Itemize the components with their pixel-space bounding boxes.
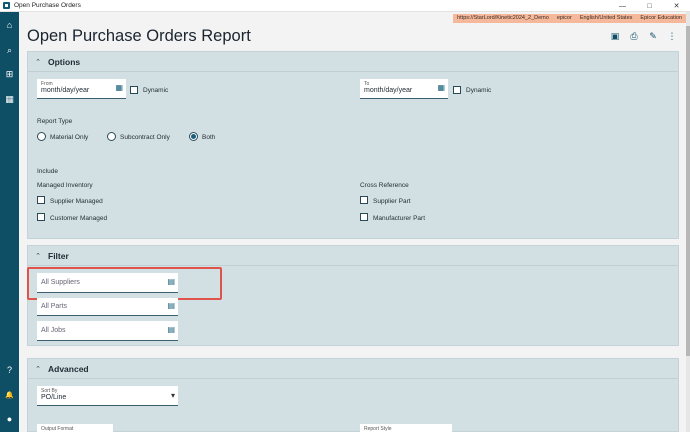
more-options-icon[interactable]: ⋮ (666, 30, 678, 42)
vertical-scrollbar[interactable] (686, 12, 690, 432)
report-style-field[interactable]: Report Style (360, 424, 452, 432)
user-profile-icon[interactable]: ● (0, 411, 19, 427)
chevron-up-icon[interactable]: ⌃ (28, 58, 48, 66)
to-dynamic-label: Dynamic (466, 87, 492, 94)
customer-managed-checkbox[interactable] (37, 213, 45, 221)
clear-icon[interactable]: ✎ (647, 30, 659, 42)
both-label: Both (202, 134, 216, 141)
window-controls: — □ ✕ (609, 0, 690, 12)
submit-report-icon[interactable]: ▣ (609, 30, 621, 42)
radio-both[interactable] (189, 132, 198, 141)
manufacturer-part-label: Manufacturer Part (373, 215, 426, 222)
sort-by-select[interactable]: Sort By PO/Line ▾ (37, 386, 178, 406)
all-parts-field[interactable]: All Parts ▤ (37, 298, 178, 316)
supplier-managed-label: Supplier Managed (50, 198, 103, 205)
nav-sidebar: ⌂ ⌕ ⊞ ▦ ? 🔔 ● (0, 12, 19, 432)
options-panel-header[interactable]: ⌃ Options (28, 52, 678, 72)
home-icon[interactable]: ⌂ (0, 17, 19, 33)
include-label: Include (37, 168, 58, 175)
report-style-label: Report Style (364, 426, 392, 432)
maximize-button[interactable]: □ (636, 0, 663, 12)
sort-by-value: PO/Line (41, 394, 67, 401)
supplier-part-label: Supplier Part (373, 198, 411, 205)
window-titlebar: Open Purchase Orders — □ ✕ (0, 0, 690, 12)
material-only-label: Material Only (50, 134, 89, 141)
supplier-managed-checkbox[interactable] (37, 196, 45, 204)
all-jobs-text: All Jobs (41, 327, 66, 334)
to-value: month/day/year (364, 87, 413, 94)
from-dynamic-label: Dynamic (143, 87, 169, 94)
notification-bell-icon[interactable]: 🔔 (0, 387, 19, 403)
radio-subcontract-only[interactable] (107, 132, 116, 141)
from-value: month/day/year (41, 87, 90, 94)
output-format-field[interactable]: Output Format (37, 424, 113, 432)
filter-panel-header[interactable]: ⌃ Filter (28, 246, 678, 266)
minimize-button[interactable]: — (609, 0, 636, 12)
env-company: Epicor Education (640, 15, 682, 21)
from-date-field[interactable]: From month/day/year ▦ (37, 79, 126, 99)
calendar-icon[interactable]: ▦ (115, 83, 123, 92)
to-date-field[interactable]: To month/day/year ▦ (360, 79, 448, 99)
report-type-label: Report Type (37, 118, 73, 125)
radio-material-only[interactable] (37, 132, 46, 141)
scrollbar-thumb[interactable] (686, 26, 690, 356)
from-dynamic-checkbox[interactable] (130, 86, 138, 94)
filter-title: Filter (48, 250, 69, 261)
subcontract-only-label: Subcontract Only (120, 134, 170, 141)
advanced-title: Advanced (48, 363, 89, 374)
lookup-icon[interactable]: ▤ (167, 325, 175, 334)
environment-bar: https://StarLord/Kinetic2024_2_Demo epic… (453, 14, 686, 23)
env-url: https://StarLord/Kinetic2024_2_Demo (457, 15, 549, 21)
print-icon[interactable]: ⎙ (628, 30, 640, 42)
all-parts-text: All Parts (41, 303, 68, 310)
search-icon[interactable]: ⌕ (0, 42, 19, 58)
apps-icon[interactable]: ⊞ (0, 66, 19, 82)
lookup-icon[interactable]: ▤ (167, 301, 175, 310)
annotation-highlight-box (27, 267, 222, 300)
page-title: Open Purchase Orders Report (27, 27, 251, 45)
supplier-part-checkbox[interactable] (360, 196, 368, 204)
page-toolbar: ▣ ⎙ ✎ ⋮ (609, 30, 678, 42)
managed-inventory-label: Managed Inventory (37, 182, 93, 189)
chevron-up-icon[interactable]: ⌃ (28, 252, 48, 260)
env-user: epicor (556, 15, 572, 21)
advanced-panel-header[interactable]: ⌃ Advanced (28, 359, 678, 379)
output-format-label: Output Format (41, 426, 74, 432)
all-jobs-field[interactable]: All Jobs ▤ (37, 321, 178, 341)
close-button[interactable]: ✕ (663, 0, 690, 12)
app-icon (3, 2, 10, 9)
env-language: English/United States (579, 15, 633, 21)
chevron-down-icon[interactable]: ▾ (171, 391, 175, 400)
manufacturer-part-checkbox[interactable] (360, 213, 368, 221)
customer-managed-label: Customer Managed (50, 215, 108, 222)
dashboard-icon[interactable]: ▦ (0, 91, 19, 107)
options-title: Options (48, 56, 81, 67)
chevron-up-icon[interactable]: ⌃ (28, 365, 48, 373)
cross-reference-label: Cross Reference (360, 182, 409, 189)
help-icon[interactable]: ? (0, 362, 19, 378)
calendar-icon[interactable]: ▦ (437, 83, 445, 92)
to-dynamic-checkbox[interactable] (453, 86, 461, 94)
window-title: Open Purchase Orders (14, 2, 81, 9)
